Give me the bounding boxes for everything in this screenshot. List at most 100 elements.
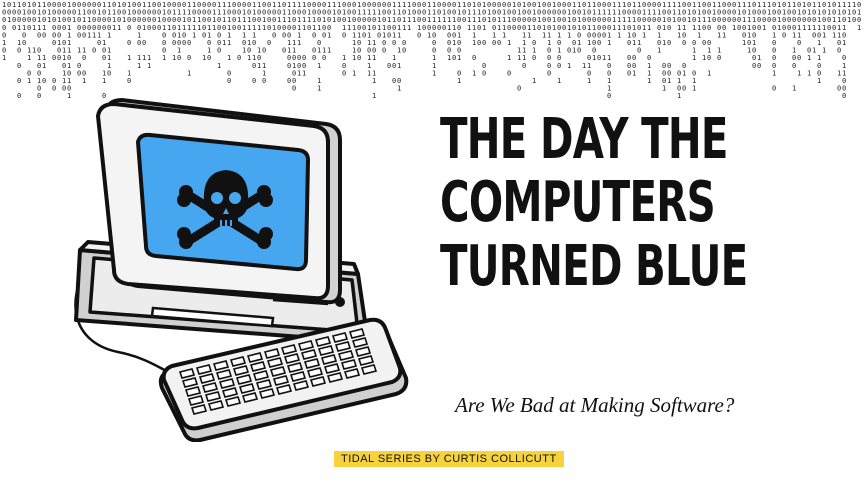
binary-digit: 1 — [822, 31, 826, 39]
binary-digit: 0 — [497, 39, 501, 47]
binary-digit: 0 — [282, 31, 286, 39]
binary-digit: 0 — [217, 47, 221, 55]
binary-digit: 0 — [392, 39, 396, 47]
binary-digit: 1 — [837, 69, 841, 77]
binary-digit: 0 — [177, 54, 181, 62]
binary-digit: 1 — [72, 16, 76, 24]
binary-digit: 0 — [172, 39, 176, 47]
binary-digit: 1 — [27, 54, 31, 62]
binary-digit: 0 — [707, 24, 711, 32]
binary-digit: 0 — [417, 31, 421, 39]
binary-digit: 0 — [482, 69, 486, 77]
binary-digit: 1 — [257, 24, 261, 32]
binary-digit: 1 — [687, 16, 691, 24]
binary-digit: 1 — [692, 54, 696, 62]
binary-digit: 0 — [252, 39, 256, 47]
binary-digit: 0 — [477, 24, 481, 32]
binary-digit: 0 — [157, 24, 161, 32]
binary-digit: 1 — [812, 47, 816, 55]
binary-digit: 0 — [452, 54, 456, 62]
binary-digit: 0 — [837, 85, 841, 93]
binary-digit: 1 — [792, 31, 796, 39]
binary-digit: 1 — [612, 24, 616, 32]
binary-digit: 1 — [642, 31, 646, 39]
binary-digit: 0 — [667, 24, 671, 32]
binary-digit: 0 — [382, 47, 386, 55]
binary-digit: 1 — [402, 24, 406, 32]
binary-digit: 0 — [472, 54, 476, 62]
binary-digit: 0 — [22, 39, 26, 47]
binary-digit: 1 — [87, 31, 91, 39]
binary-digit: 0 — [752, 62, 756, 70]
binary-digit: 1 — [457, 54, 461, 62]
binary-digit: 0 — [62, 24, 66, 32]
binary-digit: 1 — [452, 39, 456, 47]
binary-digit: 1 — [692, 24, 696, 32]
binary-digit: 0 — [42, 77, 46, 85]
binary-digit: 0 — [42, 31, 46, 39]
binary-digit: 1 — [482, 24, 486, 32]
binary-digit: 1 — [352, 54, 356, 62]
binary-digit: 0 — [522, 62, 526, 70]
binary-digit: 0 — [727, 16, 731, 24]
binary-digit: 0 — [277, 24, 281, 32]
binary-digit: 0 — [37, 92, 41, 100]
binary-digit: 0 — [462, 16, 466, 24]
binary-digit: 0 — [237, 54, 241, 62]
binary-digit: 1 — [662, 39, 666, 47]
binary-digit: 0 — [357, 54, 361, 62]
binary-digit: 1 — [732, 24, 736, 32]
binary-digit: 1 — [27, 77, 31, 85]
binary-digit: 0 — [307, 24, 311, 32]
binary-digit: 1 — [242, 47, 246, 55]
binary-digit: 1 — [622, 24, 626, 32]
binary-digit: 0 — [702, 39, 706, 47]
binary-digit: 1 — [257, 62, 261, 70]
binary-digit: 1 — [647, 77, 651, 85]
binary-digit: 1 — [607, 39, 611, 47]
binary-digit: 1 — [227, 39, 231, 47]
binary-digit: 0 — [837, 47, 841, 55]
binary-digit: 0 — [362, 31, 366, 39]
binary-digit: 0 — [387, 62, 391, 70]
binary-digit: 0 — [222, 24, 226, 32]
binary-digit: 0 — [182, 39, 186, 47]
binary-digit: 0 — [82, 31, 86, 39]
binary-digit: 0 — [152, 24, 156, 32]
binary-digit: 0 — [102, 24, 106, 32]
binary-digit: 1 — [187, 24, 191, 32]
binary-digit: 1 — [262, 24, 266, 32]
binary-digit: 1 — [802, 24, 806, 32]
binary-digit: 1 — [817, 77, 821, 85]
binary-digit: 1 — [142, 24, 146, 32]
binary-digit: 0 — [557, 62, 561, 70]
binary-digit: 1 — [167, 24, 171, 32]
subtitle: Are We Bad at Making Software? — [455, 393, 735, 417]
binary-digit: 1 — [297, 39, 301, 47]
binary-digit: 0 — [37, 31, 41, 39]
binary-digit: 0 — [852, 16, 856, 24]
binary-digit: 1 — [202, 54, 206, 62]
binary-digit: 1 — [117, 24, 121, 32]
binary-digit: 0 — [77, 31, 81, 39]
binary-digit: 0 — [812, 31, 816, 39]
binary-digit: 0 — [337, 16, 341, 24]
binary-digit: 0 — [572, 24, 576, 32]
binary-digit: 0 — [282, 47, 286, 55]
binary-digit: 1 — [842, 39, 846, 47]
binary-digit: 1 — [92, 31, 96, 39]
binary-digit: 0 — [757, 24, 761, 32]
binary-digit: 0 — [387, 31, 391, 39]
binary-digit: 1 — [647, 24, 651, 32]
binary-digit: 0 — [27, 24, 31, 32]
binary-digit: 1 — [197, 24, 201, 32]
binary-digit: 0 — [477, 39, 481, 47]
binary-digit: 0 — [627, 69, 631, 77]
binary-digit: 1 — [247, 54, 251, 62]
binary-digit: 1 — [137, 62, 141, 70]
binary-digit: 1 — [672, 16, 676, 24]
binary-digit: 0 — [187, 39, 191, 47]
binary-digit: 1 — [807, 24, 811, 32]
binary-digit: 0 — [562, 24, 566, 32]
binary-digit: 0 — [142, 39, 146, 47]
